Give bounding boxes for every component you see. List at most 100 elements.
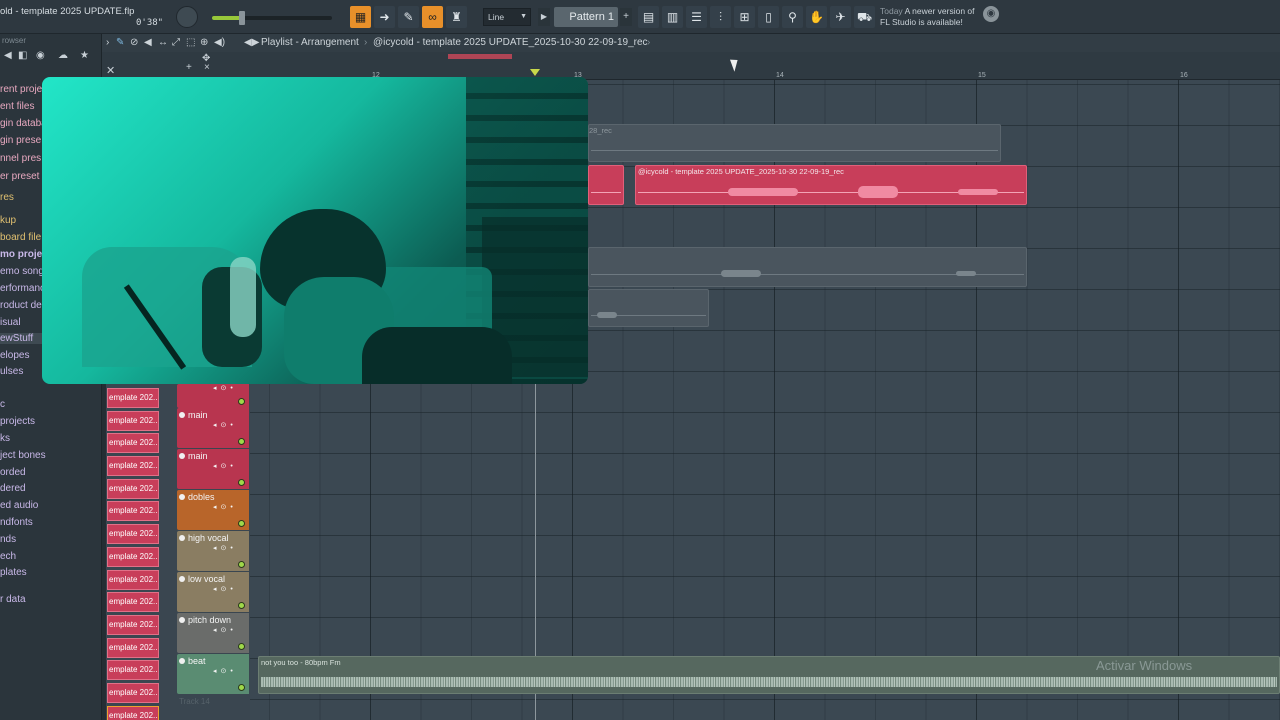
browser-item[interactable]: res — [0, 192, 14, 203]
track-led[interactable] — [238, 438, 245, 445]
track-led[interactable] — [238, 520, 245, 527]
browser-item[interactable]: orded — [0, 467, 26, 478]
browser-item[interactable]: kup — [0, 215, 16, 226]
settings-icon[interactable]: ◉ — [36, 50, 45, 61]
routing-icon[interactable]: ⊞ — [734, 6, 755, 28]
collapse-icon[interactable]: ◧ — [18, 50, 27, 61]
browser-item[interactable]: board file — [0, 232, 41, 243]
track-controls[interactable]: ◂⊙• — [213, 421, 237, 429]
snap-select[interactable]: Line ▼ — [483, 8, 531, 26]
master-pitch-knob[interactable] — [176, 6, 198, 28]
update-news[interactable]: Today A newer version of FL Studio is av… — [880, 6, 980, 28]
channel-button[interactable]: emplate 202... — [107, 706, 159, 720]
loop-region[interactable] — [448, 54, 512, 59]
slip-tool-icon[interactable]: ↔ — [158, 37, 168, 48]
track-controls[interactable]: ◂⊙• — [213, 503, 237, 511]
track-led[interactable] — [238, 684, 245, 691]
browser-item[interactable]: ject bones — [0, 450, 46, 461]
browser-item[interactable]: erformanc — [0, 283, 45, 294]
browser-item[interactable]: roduct de — [0, 300, 42, 311]
browser-item[interactable]: elopes — [0, 350, 29, 361]
track-header[interactable]: main ◂⊙• — [177, 449, 249, 489]
arrangement-toggle-icon[interactable]: ◀▶ — [244, 37, 259, 48]
timeline-ruler[interactable]: 12 13 14 15 16 — [258, 52, 1280, 80]
channel-button[interactable]: emplate 202... — [107, 456, 159, 476]
browser-item[interactable]: c — [0, 399, 5, 410]
track-header[interactable]: pitch down ◂⊙• — [177, 613, 249, 653]
channel-rack-icon[interactable]: ☰ — [686, 6, 707, 28]
track-header[interactable]: dobles ◂⊙• — [177, 490, 249, 530]
track-header[interactable]: beat ◂⊙• — [177, 654, 249, 694]
browser-item[interactable]: nnel pres — [0, 153, 41, 164]
track-controls[interactable]: ◂⊙• — [213, 585, 237, 593]
browser-item[interactable]: isual — [0, 317, 21, 328]
slice-tool-icon[interactable]: ⤢ — [172, 37, 180, 48]
track-controls[interactable]: ◂⊙• — [213, 544, 237, 552]
channel-button[interactable]: emplate 202... — [107, 547, 159, 567]
pattern-song-toggle-icon[interactable]: ▦ — [350, 6, 371, 28]
track-header[interactable]: main ◂⊙• — [177, 408, 249, 448]
speaker-icon[interactable]: ◀ — [144, 37, 152, 48]
move-icon[interactable]: ✥ — [202, 53, 210, 64]
browser-item[interactable]: ech — [0, 551, 16, 562]
track-header-empty[interactable]: Track 14 — [179, 697, 210, 706]
browser-item[interactable]: dered — [0, 483, 26, 494]
browser-item[interactable]: emo song — [0, 266, 44, 277]
pattern-selector[interactable]: Pattern 1 — [554, 7, 618, 27]
channel-button[interactable]: emplate 202... — [107, 683, 159, 703]
mixer-icon[interactable]: ⫶ — [710, 6, 731, 28]
track-header[interactable]: low vocal ◂⊙• — [177, 572, 249, 612]
track-led[interactable] — [238, 602, 245, 609]
channel-button[interactable]: emplate 202... — [107, 433, 159, 453]
arrow-tool-icon[interactable]: ➜ — [374, 6, 395, 28]
audio-clip[interactable] — [588, 165, 624, 205]
channel-button[interactable]: emplate 202... — [107, 524, 159, 544]
plugin-icon[interactable]: ⚲ — [782, 6, 803, 28]
channel-button[interactable]: emplate 202... — [107, 388, 159, 408]
track-enable-icon[interactable] — [179, 412, 185, 418]
channel-button[interactable]: emplate 202... — [107, 638, 159, 658]
audio-clip-rec[interactable]: @icycold - template 2025 UPDATE_2025-10-… — [635, 165, 1027, 205]
channel-button[interactable]: emplate 202... — [107, 501, 159, 521]
browser-item[interactable]: gin databa — [0, 118, 47, 129]
channel-button[interactable]: emplate 202... — [107, 592, 159, 612]
browser-item[interactable]: ed audio — [0, 500, 38, 511]
track-header[interactable]: ◂⊙• — [177, 384, 249, 408]
channel-button[interactable]: emplate 202... — [107, 411, 159, 431]
track-scroll-strip[interactable] — [102, 384, 106, 720]
playlist-icon[interactable]: ▤ — [638, 6, 659, 28]
browser-item[interactable]: rent proje — [0, 84, 42, 95]
track-controls[interactable]: ◂⊙• — [213, 667, 237, 675]
track-enable-icon[interactable] — [179, 494, 185, 500]
zoom-icon[interactable]: ⊕ — [200, 37, 208, 48]
mute-tool-icon[interactable]: ⊘ — [130, 37, 138, 48]
track-enable-icon[interactable] — [179, 658, 185, 664]
back-icon[interactable]: ◀ — [4, 50, 12, 61]
arrow-right-icon[interactable]: › — [106, 37, 109, 48]
track-controls[interactable]: ◂⊙• — [213, 384, 237, 392]
track-led[interactable] — [238, 643, 245, 650]
snap-icon[interactable]: ✕ — [106, 64, 115, 77]
browser-item[interactable]: gin prese — [0, 135, 41, 146]
cloud-icon[interactable]: ☁ — [58, 50, 68, 61]
browser-item[interactable]: nds — [0, 534, 16, 545]
track-led[interactable] — [238, 479, 245, 486]
audio-clip[interactable]: 28_rec — [588, 124, 1001, 162]
playback-icon[interactable]: ◀) — [214, 37, 225, 48]
shop-icon[interactable]: ⛟ — [854, 6, 875, 28]
browser-item[interactable]: er preset — [0, 171, 39, 182]
browser-item[interactable]: projects — [0, 416, 35, 427]
add-track-icon[interactable]: + — [186, 62, 192, 73]
globe-icon[interactable]: ◉ — [983, 6, 999, 22]
track-led[interactable] — [238, 398, 245, 405]
track-led[interactable] — [238, 561, 245, 568]
master-volume-slider[interactable] — [212, 11, 332, 25]
browser-item[interactable]: ndfonts — [0, 517, 33, 528]
select-tool-icon[interactable]: ⬚ — [186, 37, 195, 48]
track-enable-icon[interactable] — [179, 576, 185, 582]
channel-button[interactable]: emplate 202... — [107, 660, 159, 680]
channel-button[interactable]: emplate 202... — [107, 615, 159, 635]
add-pattern-button[interactable]: + — [620, 8, 632, 26]
audio-clip[interactable] — [588, 247, 1027, 287]
playhead-marker[interactable] — [530, 69, 540, 76]
